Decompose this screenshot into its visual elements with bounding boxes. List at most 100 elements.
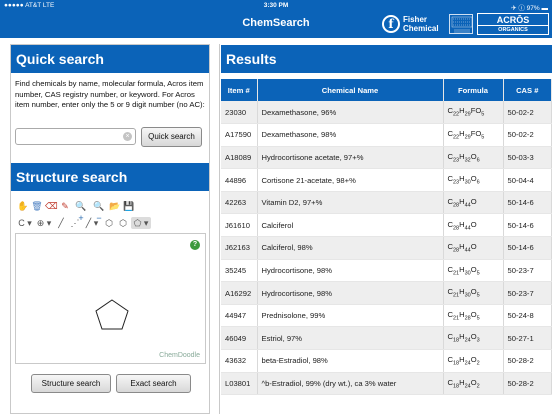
- item-cell: 46049: [221, 326, 258, 351]
- hand-tool-icon[interactable]: ✋: [17, 200, 29, 212]
- table-row[interactable]: A16292 Hydrocortisone, 98% C21H30O5 50-23-7: [221, 281, 552, 305]
- zoom-out-icon[interactable]: 🔍−: [91, 200, 107, 223]
- column-formula: Formula: [443, 79, 504, 101]
- cyclohexane-icon[interactable]: ⬡: [103, 217, 115, 229]
- table-row[interactable]: 44896 Cortisone 21-acetate, 98+% C23H30O6 5…: [221, 168, 552, 192]
- item-cell: 42263: [221, 191, 258, 215]
- exact-search-button[interactable]: Exact search: [116, 374, 191, 393]
- name-cell: Cortisone 21-acetate, 98+%: [257, 168, 444, 192]
- acros-text: ACRŌS: [478, 14, 548, 26]
- item-cell: 44947: [221, 304, 258, 328]
- cas-cell: 50-24-8: [503, 304, 552, 328]
- name-cell: Hydrocortisone acetate, 97+%: [257, 146, 444, 170]
- results-table: Item # Chemical Name Formula CAS # 23030…: [221, 79, 552, 396]
- formula-cell: C18H24O3: [443, 326, 504, 351]
- fisher-f-icon: f: [382, 15, 400, 33]
- item-cell: A17590: [221, 123, 258, 147]
- table-row[interactable]: 44947 Prednisolone, 99% C21H28O5 50-24-8: [221, 304, 552, 328]
- single-bond-icon[interactable]: ╱: [55, 217, 67, 229]
- bond-dropdown[interactable]: ╱ ▾: [83, 217, 101, 229]
- trash-icon[interactable]: 🗑: [31, 200, 43, 212]
- name-cell: ^b-Estradiol, 99% (dry wt.), ca 3% water: [257, 372, 444, 396]
- ring-dropdown[interactable]: ⬠ ▾: [131, 217, 151, 229]
- formula-cell: C23H30O6: [443, 168, 504, 192]
- table-row[interactable]: 35245 Hydrocortisone, 98% C21H30O5 50-23-7: [221, 259, 552, 283]
- cas-cell: 50-28-2: [503, 372, 552, 396]
- formula-cell: C28H44O: [443, 191, 504, 215]
- item-cell: L03801: [221, 372, 258, 396]
- cas-cell: 50-02-2: [503, 101, 552, 125]
- item-cell: 44896: [221, 168, 258, 192]
- quick-search-description: Find chemicals by name, molecular formul…: [15, 79, 205, 109]
- item-cell: A16292: [221, 281, 258, 305]
- formula-cell: C21H30O5: [443, 259, 504, 283]
- cas-cell: 50-04-4: [503, 168, 552, 192]
- name-cell: Hydrocortisone, 98%: [257, 259, 444, 283]
- table-row[interactable]: 23030 Dexamethasone, 96% C22H29FO5 50-02-2: [221, 101, 552, 125]
- name-cell: Calciferol, 98%: [257, 236, 444, 260]
- table-row[interactable]: 43632 beta-Estradiol, 98% C18H24O2 50-28-2: [221, 349, 552, 373]
- formula-cell: C28H44O: [443, 236, 504, 260]
- clear-icon[interactable]: ×: [123, 132, 132, 141]
- certification-logo-icon: [449, 14, 473, 34]
- results-body: 23030 Dexamethasone, 96% C22H29FO5 50-02-2 A…: [221, 101, 552, 396]
- cas-cell: 50-03-3: [503, 146, 552, 170]
- item-cell: A18089: [221, 146, 258, 170]
- quick-search-button[interactable]: Quick search: [141, 127, 202, 147]
- column-cas: CAS #: [503, 79, 552, 101]
- structure-search-button[interactable]: Structure search: [31, 374, 111, 393]
- name-cell: Calciferol: [257, 213, 444, 238]
- organics-text: ORGANICS: [478, 26, 548, 34]
- results-header: Results: [221, 45, 552, 73]
- cas-cell: 50-14-6: [503, 191, 552, 215]
- editor-toolbar-primary: ✋ 🗑 ⌫ ✎ 🔍+ 🔍− 📂 💾: [17, 200, 135, 223]
- name-cell: Estriol, 97%: [257, 326, 444, 351]
- save-icon[interactable]: 💾: [123, 200, 135, 212]
- chemical-text: Chemical: [403, 24, 439, 33]
- fisher-text: Fisher: [403, 15, 428, 24]
- status-time: 3:30 PM: [263, 2, 289, 9]
- help-icon[interactable]: ?: [190, 240, 200, 250]
- status-bar: ●●●●● AT&T LTE 3:30 PM ✈ ⓘ 97% ▬: [0, 0, 552, 12]
- name-cell: Hydrocortisone, 98%: [257, 281, 444, 305]
- table-row[interactable]: J61610 Calciferol C28H44O 50-14-6: [221, 213, 552, 238]
- nav-bar: ChemSearch f Fisher Chemical ACRŌS ORGAN…: [0, 11, 552, 38]
- fisher-chemical-logo: f Fisher Chemical: [382, 14, 446, 34]
- name-cell: Vitamin D2, 97+%: [257, 191, 444, 215]
- benzene-icon[interactable]: ⬡: [117, 217, 129, 229]
- table-row[interactable]: L03801 ^b-Estradiol, 99% (dry wt.), ca 3%…: [221, 372, 552, 396]
- cas-cell: 50-28-2: [503, 349, 552, 373]
- table-row[interactable]: A18089 Hydrocortisone acetate, 97+% C23H32…: [221, 146, 552, 170]
- formula-cell: C21H28O5: [443, 304, 504, 328]
- structure-editor-canvas[interactable]: ? ChemDoodle: [15, 233, 206, 364]
- table-row[interactable]: 46049 Estriol, 97% C18H24O3 50-27-1: [221, 326, 552, 351]
- table-row[interactable]: J62163 Calciferol, 98% C28H44O 50-14-6: [221, 236, 552, 260]
- charge-dropdown[interactable]: ⊕ ▾: [35, 217, 53, 229]
- pencil-icon[interactable]: ✎: [59, 200, 71, 212]
- cas-cell: 50-23-7: [503, 281, 552, 305]
- eraser-icon[interactable]: ⌫: [45, 200, 58, 212]
- formula-cell: C21H30O5: [443, 281, 504, 305]
- zoom-in-icon[interactable]: 🔍+: [73, 200, 89, 223]
- formula-cell: C23H32O6: [443, 146, 504, 170]
- wedge-bond-icon[interactable]: ⋰: [69, 217, 81, 229]
- table-row[interactable]: A17590 Dexamethasone, 98% C22H29FO5 50-02-2: [221, 123, 552, 147]
- carbon-atom-dropdown[interactable]: C ▾: [17, 217, 33, 229]
- pentagon-structure[interactable]: [94, 298, 130, 332]
- item-cell: 23030: [221, 101, 258, 125]
- cas-cell: 50-14-6: [503, 236, 552, 260]
- cas-cell: 50-23-7: [503, 259, 552, 283]
- column-item: Item #: [221, 79, 258, 101]
- quick-search-input[interactable]: ×: [15, 128, 136, 145]
- cas-cell: 50-02-2: [503, 123, 552, 147]
- item-cell: J61610: [221, 213, 258, 238]
- structure-search-header: Structure search: [11, 163, 209, 191]
- column-chemical-name: Chemical Name: [257, 79, 444, 101]
- chemdoodle-watermark: ChemDoodle: [159, 352, 200, 359]
- table-header-row: Item # Chemical Name Formula CAS #: [221, 79, 552, 101]
- name-cell: beta-Estradiol, 98%: [257, 349, 444, 373]
- cert-pattern-icon: [451, 16, 472, 33]
- formula-cell: C22H29FO5: [443, 123, 504, 147]
- open-folder-icon[interactable]: 📂: [109, 200, 121, 212]
- table-row[interactable]: 42263 Vitamin D2, 97+% C28H44O 50-14-6: [221, 191, 552, 215]
